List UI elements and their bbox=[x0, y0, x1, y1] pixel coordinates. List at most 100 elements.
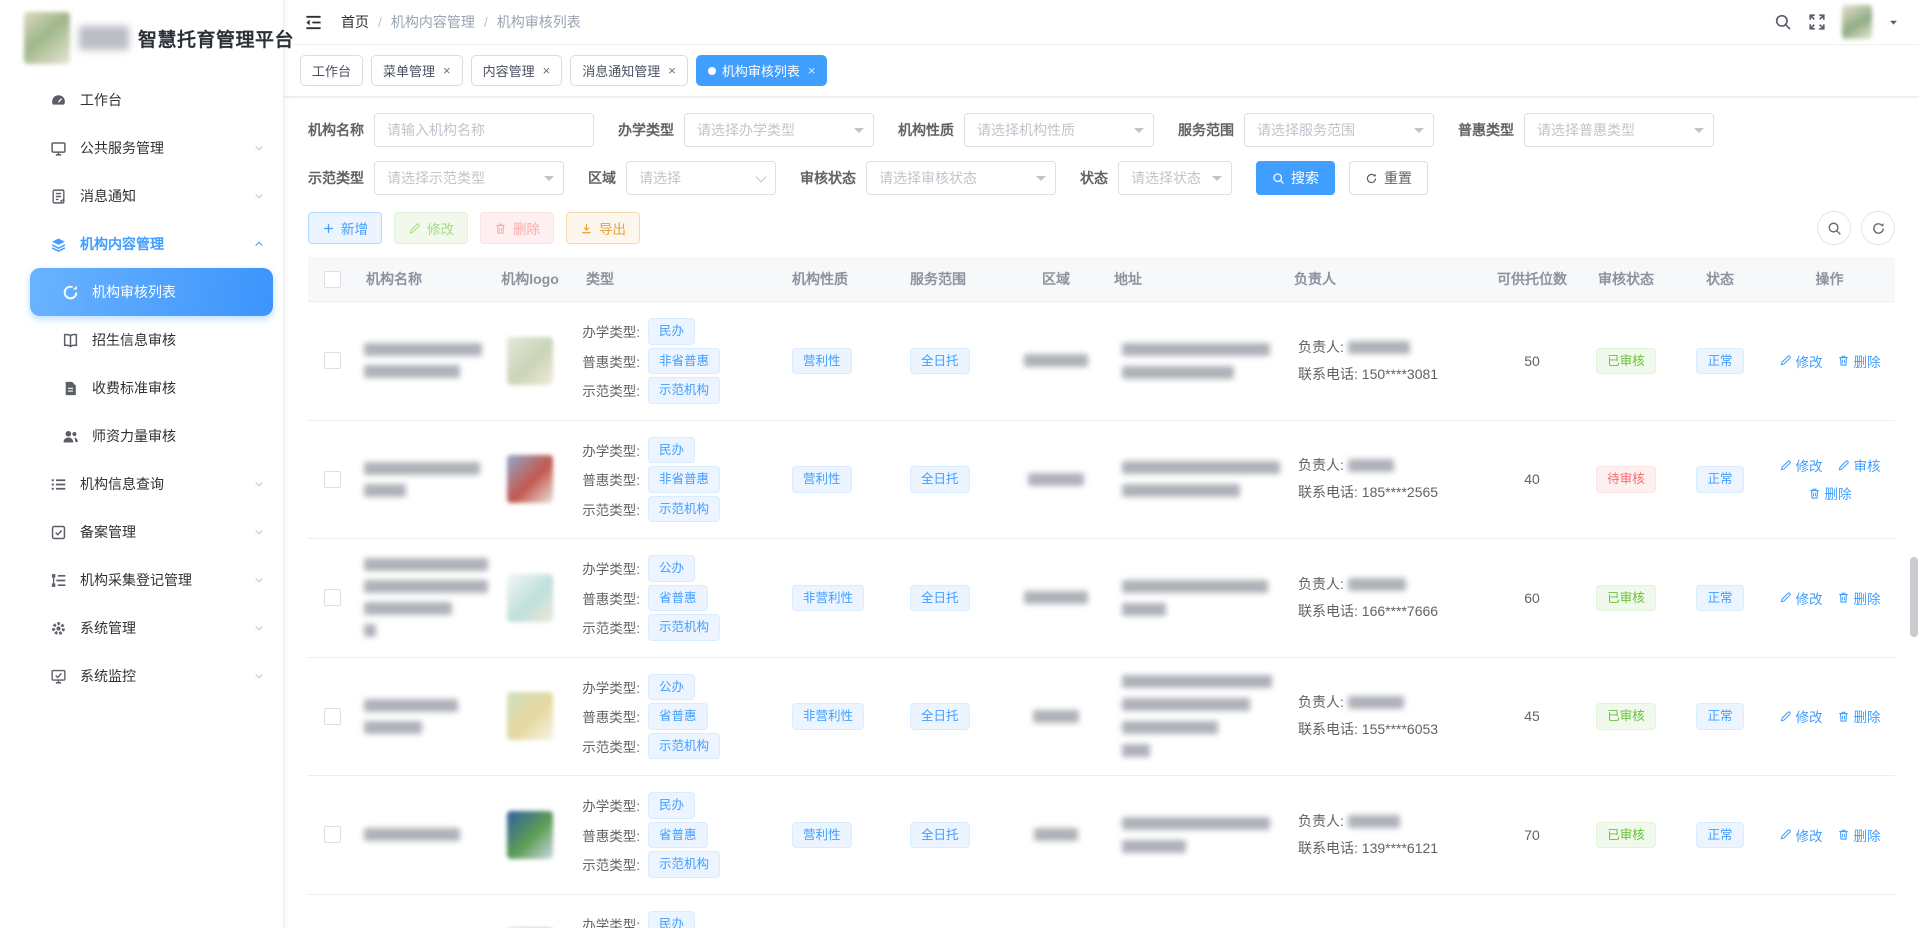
phone-line: 联系电话: 166****7666 bbox=[1298, 598, 1488, 625]
close-tab-icon[interactable]: × bbox=[668, 63, 676, 78]
region-cell bbox=[1008, 354, 1104, 367]
tab-chip[interactable]: 机构审核列表× bbox=[696, 55, 828, 86]
address-redacted bbox=[1104, 675, 1284, 757]
action-delete-link[interactable]: 删除 bbox=[1808, 483, 1852, 503]
close-tab-icon[interactable]: × bbox=[443, 63, 451, 78]
chevron-down-icon bbox=[253, 670, 265, 682]
shifan-type-select[interactable]: 请选择示范类型 bbox=[374, 161, 564, 195]
sidebar-subitem[interactable]: 收费标准审核 bbox=[0, 364, 283, 412]
leader-line: 负责人: bbox=[1298, 452, 1488, 479]
redacted-text bbox=[1122, 603, 1166, 616]
type-badge: 示范机构 bbox=[648, 614, 720, 641]
tab-chip[interactable]: 工作台 bbox=[300, 55, 363, 86]
puhui-type-select[interactable]: 请选择普惠类型 bbox=[1524, 113, 1714, 147]
action-label: 审核 bbox=[1854, 455, 1881, 475]
action-delete-link[interactable]: 删除 bbox=[1837, 825, 1881, 845]
type-badge: 非省普惠 bbox=[648, 466, 720, 493]
sidebar-item[interactable]: 消息通知 bbox=[0, 172, 283, 220]
org-nature-select[interactable]: 请选择机构性质 bbox=[964, 113, 1154, 147]
filter-label: 机构名称 bbox=[308, 120, 364, 140]
action-edit-link[interactable]: 修改 bbox=[1779, 351, 1823, 371]
org-name-input[interactable] bbox=[374, 113, 594, 147]
collapse-menu-icon[interactable] bbox=[304, 13, 323, 32]
action-audit-link[interactable]: 审核 bbox=[1837, 455, 1881, 475]
column-header: 机构性质 bbox=[782, 269, 900, 289]
show-search-button[interactable] bbox=[1817, 211, 1851, 245]
sidebar-subitem[interactable]: 师资力量审核 bbox=[0, 412, 283, 460]
service-scope-select[interactable]: 请选择服务范围 bbox=[1244, 113, 1434, 147]
row-checkbox[interactable] bbox=[324, 708, 341, 725]
table-header: 机构名称机构logo类型机构性质服务范围区域地址负责人可供托位数审核状态状态操作 bbox=[308, 257, 1895, 302]
row-checkbox[interactable] bbox=[324, 352, 341, 369]
action-edit-link[interactable]: 修改 bbox=[1779, 588, 1823, 608]
sidebar-item[interactable]: 系统管理 bbox=[0, 604, 283, 652]
region-select[interactable]: 请选择 bbox=[626, 161, 776, 195]
sidebar-item[interactable]: 机构采集登记管理 bbox=[0, 556, 283, 604]
close-tab-icon[interactable]: × bbox=[808, 63, 816, 78]
banxue-type-select[interactable]: 请选择办学类型 bbox=[684, 113, 874, 147]
pencil-icon bbox=[408, 222, 421, 235]
page-scrollbar[interactable] bbox=[1909, 0, 1919, 928]
reset-button[interactable]: 重置 bbox=[1349, 161, 1428, 195]
sidebar-item[interactable]: 备案管理 bbox=[0, 508, 283, 556]
redacted-text bbox=[364, 699, 458, 712]
close-tab-icon[interactable]: × bbox=[543, 63, 551, 78]
edit-button[interactable]: 修改 bbox=[394, 212, 468, 244]
people-icon bbox=[62, 428, 79, 445]
redacted-text bbox=[1122, 343, 1270, 356]
status-cell: 正常 bbox=[1676, 466, 1764, 493]
row-checkbox[interactable] bbox=[324, 589, 341, 606]
action-edit-link[interactable]: 修改 bbox=[1779, 455, 1823, 475]
sidebar-item[interactable]: 工作台 bbox=[0, 76, 283, 124]
search-button[interactable]: 搜索 bbox=[1256, 161, 1335, 195]
type-badge: 公办 bbox=[648, 555, 695, 582]
sidebar-item-label: 系统监控 bbox=[80, 666, 136, 686]
tab-chip[interactable]: 消息通知管理× bbox=[570, 55, 688, 86]
refresh-table-button[interactable] bbox=[1861, 211, 1895, 245]
fullscreen-icon[interactable] bbox=[1808, 13, 1826, 31]
tab-chip[interactable]: 菜单管理× bbox=[371, 55, 463, 86]
nature-badge: 营利性 bbox=[792, 348, 852, 375]
type-cell: 办学类型:公办普惠类型:省普惠示范类型:示范机构 bbox=[576, 552, 782, 644]
sidebar-item[interactable]: 系统监控 bbox=[0, 652, 283, 700]
avatar[interactable] bbox=[1842, 5, 1872, 39]
sidebar-item[interactable]: 机构信息查询 bbox=[0, 460, 283, 508]
scrollbar-thumb[interactable] bbox=[1910, 557, 1918, 637]
phone-line: 联系电话: 185****2565 bbox=[1298, 479, 1488, 506]
export-button[interactable]: 导出 bbox=[566, 212, 640, 244]
audit-status-badge: 已审核 bbox=[1596, 822, 1656, 849]
filter-label: 审核状态 bbox=[800, 168, 856, 188]
caret-down-icon[interactable] bbox=[1888, 17, 1899, 28]
delete-button[interactable]: 删除 bbox=[480, 212, 554, 244]
nature-cell: 非营利性 bbox=[782, 585, 900, 612]
action-delete-link[interactable]: 删除 bbox=[1837, 706, 1881, 726]
sidebar-subitem[interactable]: 机构审核列表 bbox=[30, 268, 273, 316]
add-button[interactable]: 新增 bbox=[308, 212, 382, 244]
service-cell: 全日托 bbox=[900, 585, 1008, 612]
type-label: 办学类型: bbox=[576, 558, 640, 578]
audit-status-select[interactable]: 请选择审核状态 bbox=[866, 161, 1056, 195]
column-header: 审核状态 bbox=[1576, 269, 1676, 289]
table-row: 办学类型:公办普惠类型:省普惠示范类型:示范机构非营利性全日托负责人: 联系电话… bbox=[308, 539, 1895, 658]
monitor-icon bbox=[50, 140, 67, 157]
sidebar-subitem[interactable]: 招生信息审核 bbox=[0, 316, 283, 364]
select-all-checkbox[interactable] bbox=[324, 271, 341, 288]
sidebar-item[interactable]: 公共服务管理 bbox=[0, 124, 283, 172]
sidebar-item[interactable]: 机构内容管理 bbox=[0, 220, 283, 268]
search-icon[interactable] bbox=[1774, 13, 1792, 31]
chevron-down-icon bbox=[253, 622, 265, 634]
edit-button-label: 修改 bbox=[427, 218, 454, 238]
action-delete-link[interactable]: 删除 bbox=[1837, 351, 1881, 371]
action-edit-link[interactable]: 修改 bbox=[1779, 706, 1823, 726]
action-delete-link[interactable]: 删除 bbox=[1837, 588, 1881, 608]
action-edit-link[interactable]: 修改 bbox=[1779, 825, 1823, 845]
status-select[interactable]: 请选择状态 bbox=[1118, 161, 1232, 195]
monitorck-icon bbox=[50, 668, 67, 685]
tab-chip[interactable]: 内容管理× bbox=[471, 55, 563, 86]
sidebar-item-label: 机构内容管理 bbox=[80, 234, 164, 254]
select-placeholder: 请选择 bbox=[639, 168, 681, 188]
row-checkbox[interactable] bbox=[324, 471, 341, 488]
row-checkbox[interactable] bbox=[324, 826, 341, 843]
breadcrumb-item[interactable]: 首页 bbox=[341, 12, 369, 32]
column-header: 机构logo bbox=[484, 269, 576, 289]
